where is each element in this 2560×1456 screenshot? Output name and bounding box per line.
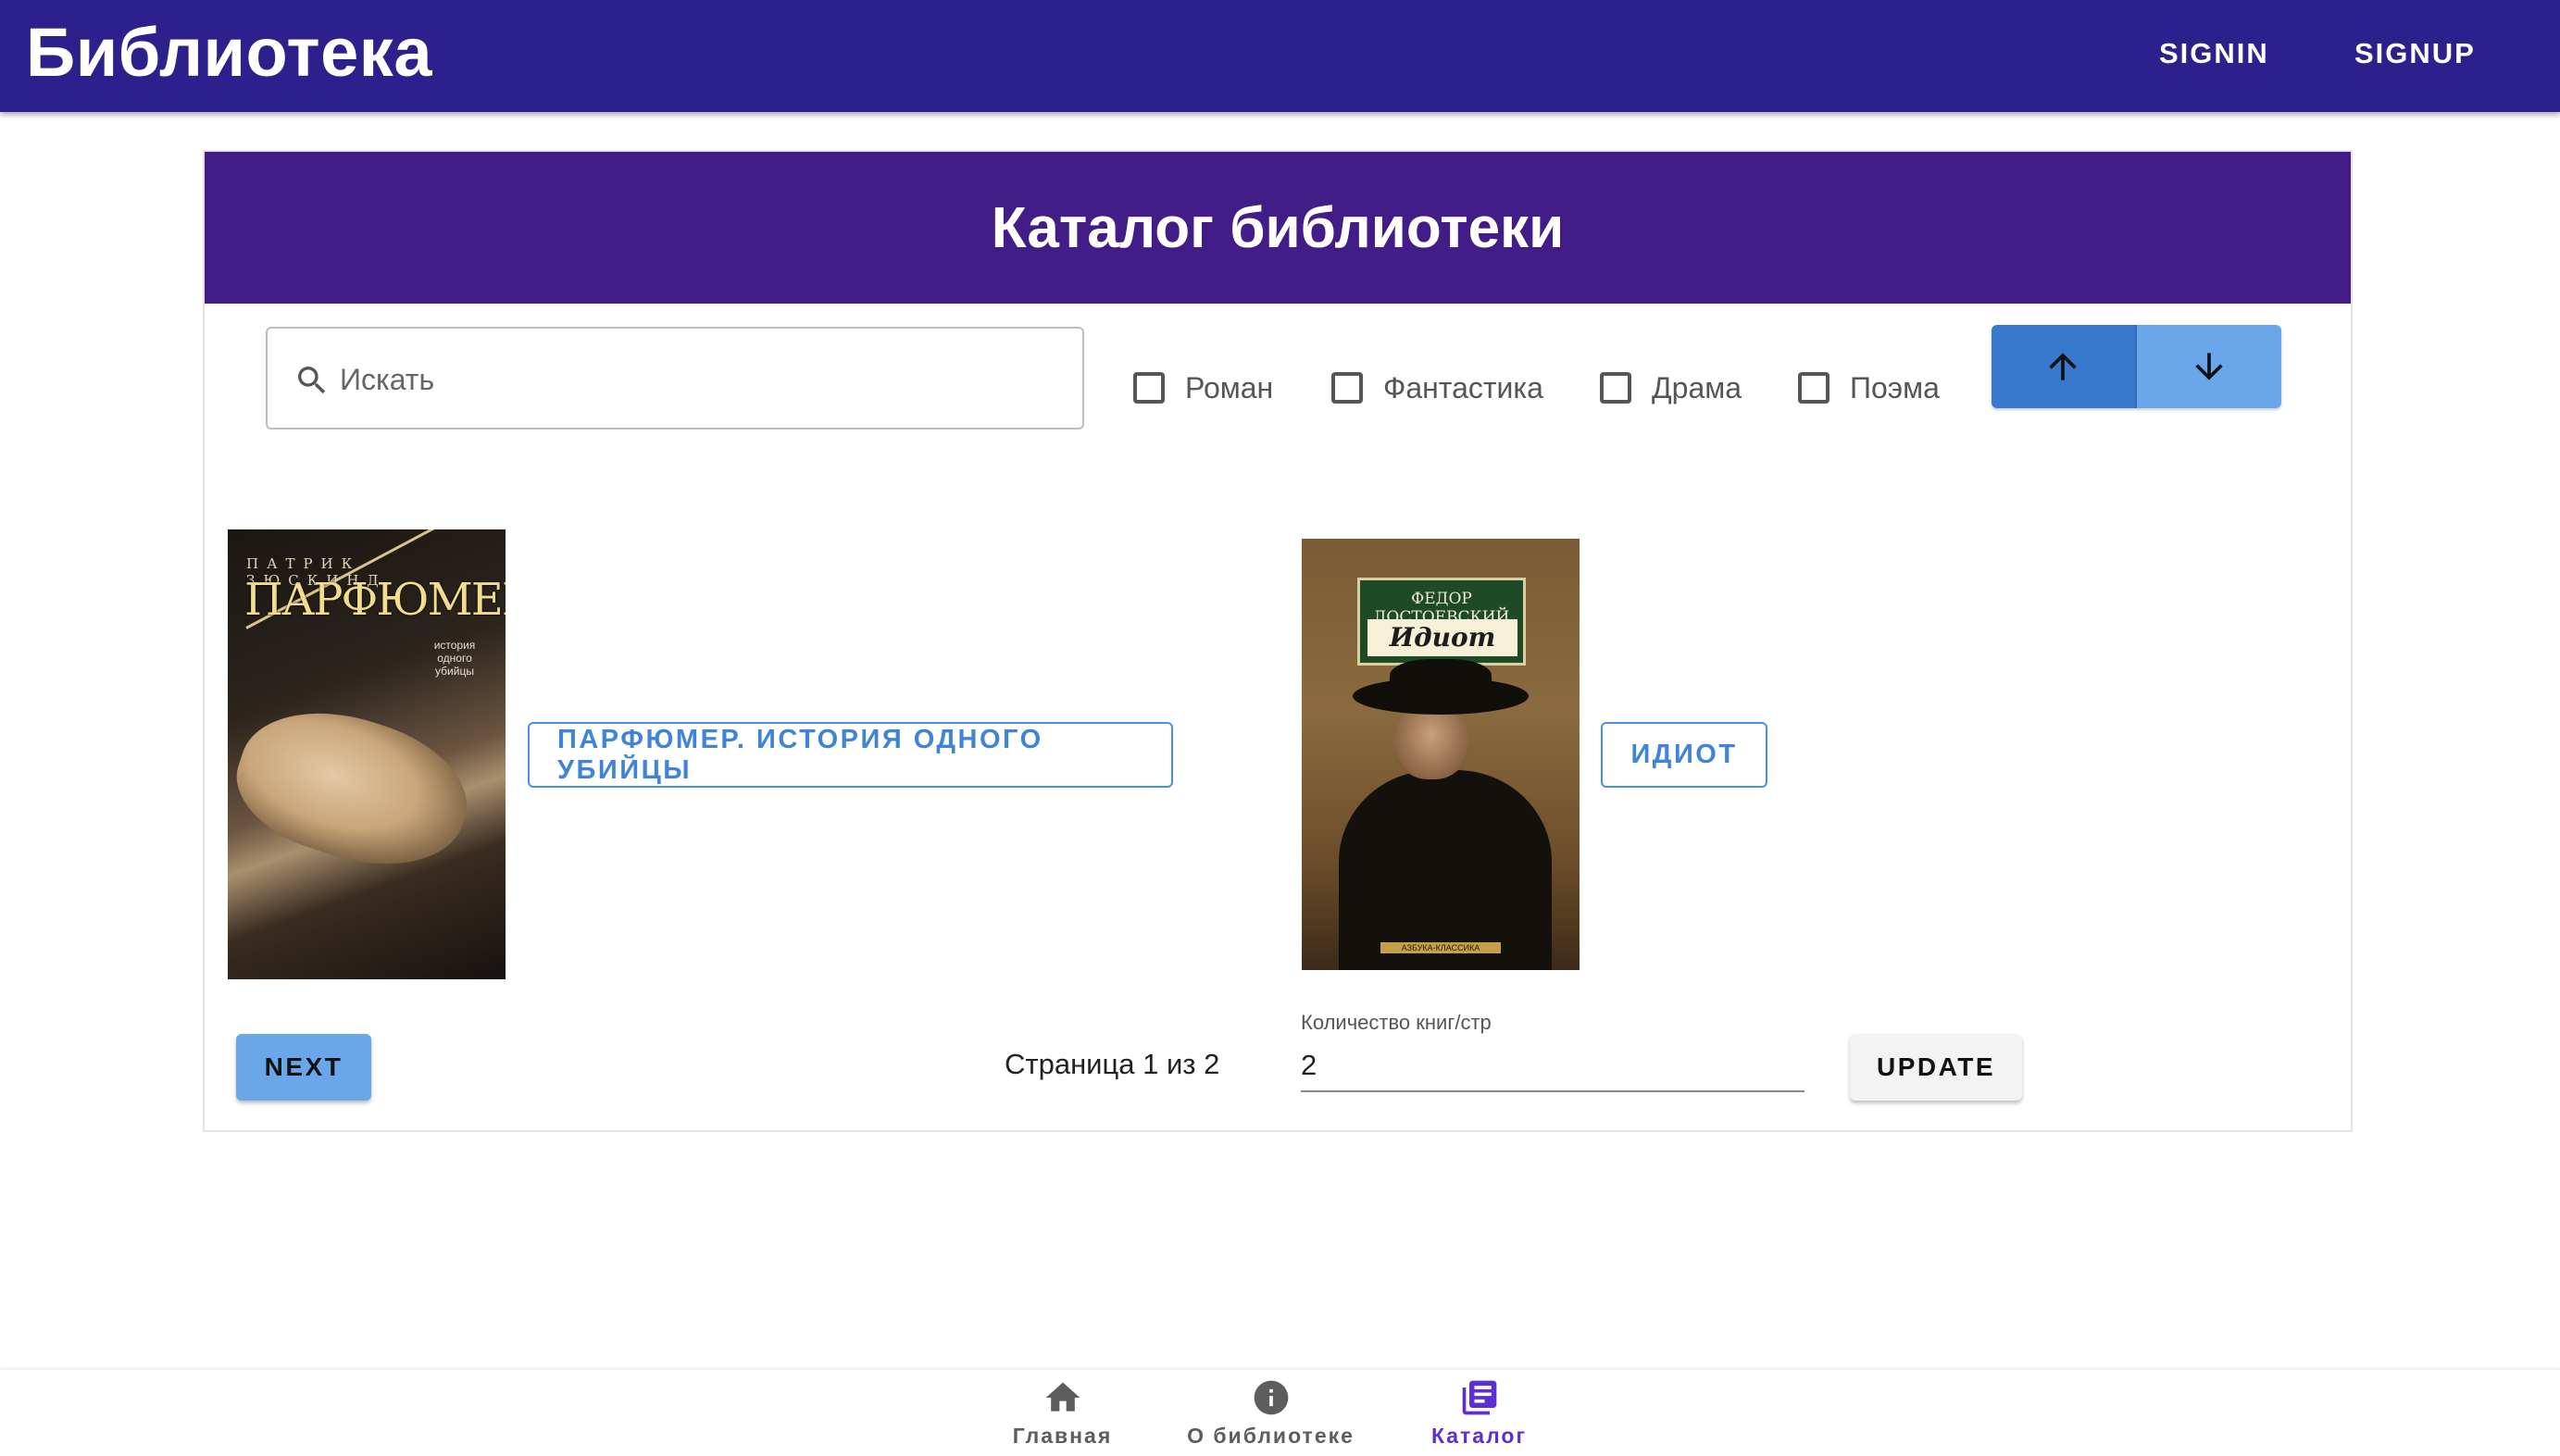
signin-button[interactable]: SIGNIN [2159, 28, 2269, 80]
catalog-title: Каталог библиотеки [991, 195, 1565, 260]
arrow-down-icon [2195, 353, 2223, 380]
bottom-nav-home[interactable]: Главная [1000, 1370, 1125, 1456]
app-title: Библиотека [26, 14, 432, 91]
cover-title: Идиот [1367, 619, 1517, 656]
genre-checkbox-poema[interactable]: Поэма [1798, 365, 1940, 411]
book-cover-parfumer: ПАТРИК ЗЮСКИНД ПАРФЮМЕР история одного у… [228, 529, 506, 979]
bottom-navigation: Главная О библиотеке Каталог [0, 1368, 2560, 1454]
next-page-button[interactable]: NEXT [236, 1034, 371, 1101]
genre-checkbox-fantastika[interactable]: Фантастика [1331, 365, 1543, 411]
cover-title: ПАРФЮМЕР [244, 574, 506, 626]
cover-artwork-hat-brim [1353, 678, 1529, 715]
per-page-input[interactable] [1301, 1040, 1804, 1092]
page-indicator: Страница 1 из 2 [1005, 1048, 1220, 1080]
genre-checkbox-roman[interactable]: Роман [1133, 365, 1273, 411]
sort-ascending-button[interactable] [1992, 325, 2137, 408]
app-bar: Библиотека SIGNIN SIGNUP [0, 0, 2560, 112]
genre-label: Фантастика [1383, 370, 1543, 404]
cover-subtitle: история одного убийцы [433, 639, 476, 678]
bottom-nav-label: О библиотеке [1187, 1424, 1355, 1448]
bottom-nav-catalog[interactable]: Каталог [1417, 1370, 1542, 1456]
bottom-nav-label: Главная [1012, 1424, 1113, 1448]
bottom-nav-label: Каталог [1430, 1424, 1528, 1448]
update-button[interactable]: UPDATE [1850, 1034, 2022, 1101]
sort-descending-button[interactable] [2136, 325, 2281, 408]
info-icon [1254, 1380, 1288, 1415]
search-input[interactable] [340, 347, 1062, 412]
cover-publisher: АЗБУКА-КЛАССИКА [1380, 942, 1501, 953]
cover-title-plate: ФЕДОР ДОСТОЕВСКИЙ Идиот [1357, 578, 1526, 666]
per-page-label: Количество книг/стр [1301, 1011, 1492, 1034]
search-icon [298, 367, 326, 394]
cover-artwork-face [1394, 705, 1468, 779]
checkbox-box[interactable] [1600, 372, 1631, 404]
cover-artwork [228, 687, 485, 890]
book-cover-idiot: ФЕДОР ДОСТОЕВСКИЙ Идиот АЗБУКА-КЛАССИКА [1302, 539, 1580, 970]
sort-toggle-group [1992, 325, 2281, 408]
home-icon [1045, 1382, 1080, 1412]
signup-button[interactable]: SIGNUP [2354, 28, 2476, 80]
genre-checkbox-drama[interactable]: Драма [1600, 365, 1742, 411]
book-title-button-parfumer[interactable]: ПАРФЮМЕР. ИСТОРИЯ ОДНОГО УБИЙЦЫ [528, 722, 1173, 788]
cover-artwork-figure [1339, 770, 1552, 970]
book-title-button-idiot[interactable]: ИДИОТ [1601, 722, 1767, 788]
arrow-up-icon [2049, 353, 2077, 380]
checkbox-box[interactable] [1133, 372, 1165, 404]
genre-label: Драма [1652, 370, 1742, 404]
genre-label: Поэма [1850, 370, 1940, 404]
checkbox-box[interactable] [1798, 372, 1829, 404]
checkbox-box[interactable] [1331, 372, 1363, 404]
catalog-header: Каталог библиотеки [205, 152, 2351, 304]
search-field[interactable] [266, 327, 1084, 429]
genre-label: Роман [1185, 370, 1274, 404]
bottom-nav-about[interactable]: О библиотеке [1176, 1370, 1366, 1456]
library-books-icon [1462, 1380, 1496, 1415]
catalog-card: Каталог библиотеки Роман Фантастика Драм… [203, 150, 2353, 1132]
